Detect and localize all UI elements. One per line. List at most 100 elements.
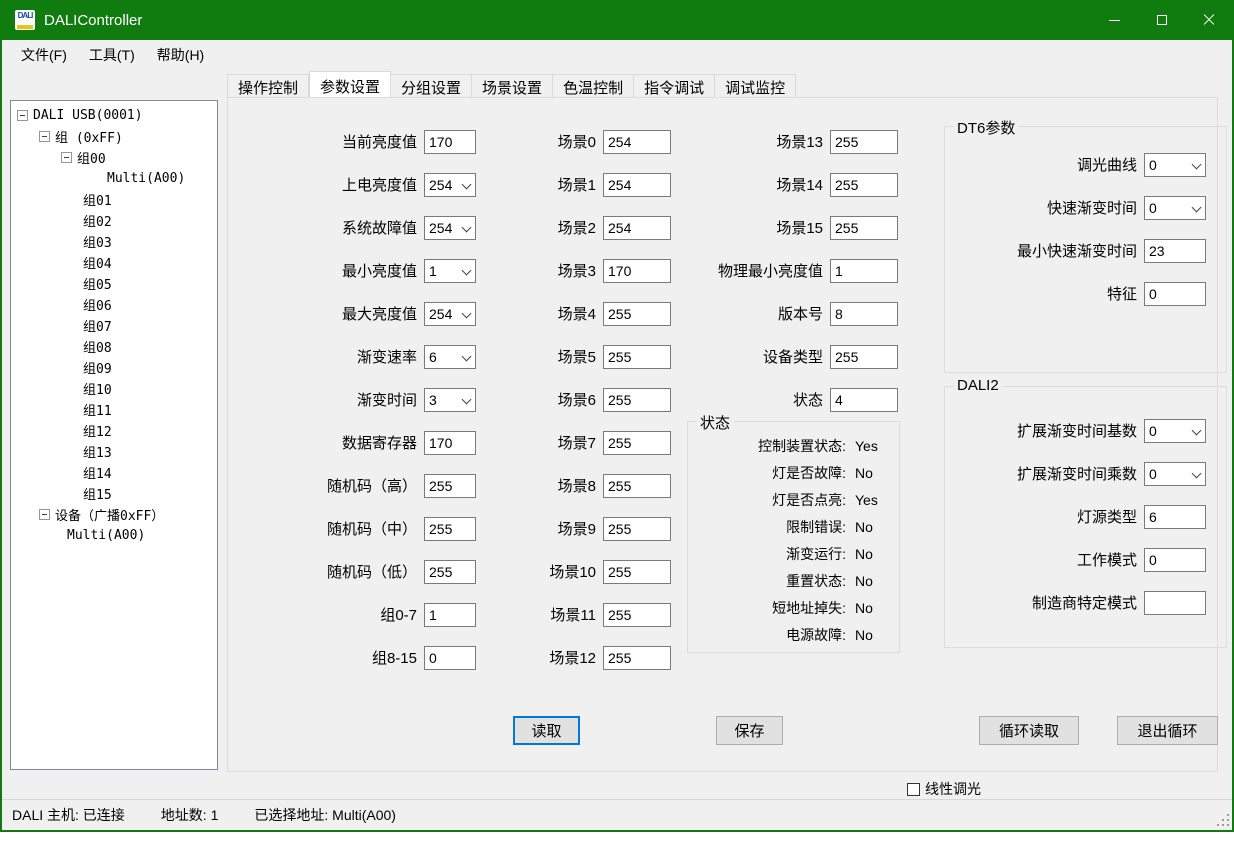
- fast-fade-time-select[interactable]: 0: [1144, 196, 1206, 220]
- scene-8-input[interactable]: [603, 474, 671, 498]
- tree-item-group13[interactable]: 组13: [11, 441, 217, 462]
- random-code-low-input[interactable]: [424, 560, 476, 584]
- exit-loop-button[interactable]: 退出循环: [1117, 716, 1218, 745]
- group-8-15-input[interactable]: [424, 646, 476, 670]
- tree-item-device-broadcast[interactable]: 设备（广播0xFF）: [11, 504, 217, 525]
- fade-time-select[interactable]: 3: [424, 388, 476, 412]
- tree-item-label: 组04: [83, 253, 112, 272]
- tree-item-group11[interactable]: 组11: [11, 399, 217, 420]
- version-number-input[interactable]: [830, 302, 898, 326]
- tree-item-group07[interactable]: 组07: [11, 315, 217, 336]
- read-button[interactable]: 读取: [513, 716, 580, 745]
- checkbox-icon[interactable]: [907, 783, 920, 796]
- tree-item-group09[interactable]: 组09: [11, 357, 217, 378]
- scene-11-input[interactable]: [603, 603, 671, 627]
- tab-color-temp-control[interactable]: 色温控制: [553, 74, 634, 98]
- scene-15-input[interactable]: [830, 216, 898, 240]
- status-input[interactable]: [830, 388, 898, 412]
- status-label: 渐变运行:: [688, 544, 846, 564]
- collapse-icon[interactable]: [39, 509, 50, 520]
- field-label: 场景13: [693, 131, 823, 152]
- loop-read-button[interactable]: 循环读取: [979, 716, 1079, 745]
- tree-item-group06[interactable]: 组06: [11, 294, 217, 315]
- dali2-group-title: DALI2: [953, 377, 1003, 394]
- tab-grouping-settings[interactable]: 分组设置: [391, 74, 472, 98]
- scene-0-input[interactable]: [603, 130, 671, 154]
- tab-debug-monitor[interactable]: 调试监控: [715, 74, 796, 98]
- group-0-7-input[interactable]: [424, 603, 476, 627]
- scene-14-input[interactable]: [830, 173, 898, 197]
- tree-item-label: 组07: [83, 316, 112, 335]
- tree-item-group15[interactable]: 组15: [11, 483, 217, 504]
- features-input[interactable]: [1144, 282, 1206, 306]
- scene-1-input[interactable]: [603, 173, 671, 197]
- tree-item-dali-usb[interactable]: DALI USB(0001): [11, 105, 217, 126]
- menu-tools[interactable]: 工具(T): [78, 41, 146, 69]
- tree-item-group00[interactable]: 组00: [11, 147, 217, 168]
- scene-5-input[interactable]: [603, 345, 671, 369]
- scene-9-input[interactable]: [603, 517, 671, 541]
- tree-item-group14[interactable]: 组14: [11, 462, 217, 483]
- tree-item-multi-a00[interactable]: Multi(A00): [11, 168, 217, 189]
- resize-grip-icon[interactable]: [1215, 812, 1229, 826]
- light-source-type-input[interactable]: [1144, 505, 1206, 529]
- tree-item-group08[interactable]: 组08: [11, 336, 217, 357]
- dimming-curve-select[interactable]: 0: [1144, 153, 1206, 177]
- random-code-mid-input[interactable]: [424, 517, 476, 541]
- power-on-level-select[interactable]: 254: [424, 173, 476, 197]
- scene-10-input[interactable]: [603, 560, 671, 584]
- maximize-button[interactable]: [1138, 0, 1185, 40]
- tree-item-group10[interactable]: 组10: [11, 378, 217, 399]
- max-level-select[interactable]: 254: [424, 302, 476, 326]
- minimize-button[interactable]: [1091, 0, 1138, 40]
- tab-operation-control[interactable]: 操作控制: [227, 74, 309, 98]
- scene-13-input[interactable]: [830, 130, 898, 154]
- system-failure-level-select[interactable]: 254: [424, 216, 476, 240]
- tree-item-device-multi-a00[interactable]: Multi(A00): [11, 525, 217, 546]
- status-group: 状态 控制装置状态:Yes 灯是否故障:No 灯是否点亮:Yes 限制错误:No…: [687, 421, 900, 653]
- collapse-icon[interactable]: [39, 131, 50, 142]
- tree-item-group02[interactable]: 组02: [11, 210, 217, 231]
- field-label: 场景4: [503, 303, 596, 324]
- tab-scene-settings[interactable]: 场景设置: [472, 74, 553, 98]
- collapse-icon[interactable]: [17, 110, 28, 121]
- min-fast-fade-time-input[interactable]: [1144, 239, 1206, 263]
- tree-item-group01[interactable]: 组01: [11, 189, 217, 210]
- menu-file[interactable]: 文件(F): [10, 41, 78, 69]
- tree-item-label: 组00: [77, 148, 106, 167]
- scene-2-input[interactable]: [603, 216, 671, 240]
- fade-rate-select[interactable]: 6: [424, 345, 476, 369]
- tab-command-debug[interactable]: 指令调试: [634, 74, 715, 98]
- tree-item-group04[interactable]: 组04: [11, 252, 217, 273]
- current-brightness-input[interactable]: [424, 130, 476, 154]
- scene-3-input[interactable]: [603, 259, 671, 283]
- manufacturer-mode-input[interactable]: [1144, 591, 1206, 615]
- chevron-down-icon: [462, 222, 472, 232]
- scene-12-input[interactable]: [603, 646, 671, 670]
- scene-6-input[interactable]: [603, 388, 671, 412]
- tab-parameter-settings[interactable]: 参数设置: [309, 71, 391, 98]
- scene-7-input[interactable]: [603, 431, 671, 455]
- scene-4-input[interactable]: [603, 302, 671, 326]
- status-label: 重置状态:: [688, 571, 846, 591]
- operating-mode-input[interactable]: [1144, 548, 1206, 572]
- tree-item-group03[interactable]: 组03: [11, 231, 217, 252]
- min-level-select[interactable]: 1: [424, 259, 476, 283]
- data-register-input[interactable]: [424, 431, 476, 455]
- collapse-icon[interactable]: [61, 152, 72, 163]
- physical-min-level-input[interactable]: [830, 259, 898, 283]
- ext-fade-time-mult-select[interactable]: 0: [1144, 462, 1206, 486]
- linear-dimming-checkbox-row[interactable]: 线性调光: [907, 779, 981, 799]
- menu-help[interactable]: 帮助(H): [146, 41, 215, 69]
- tree-item-group-root[interactable]: 组 (0xFF): [11, 126, 217, 147]
- device-type-input[interactable]: [830, 345, 898, 369]
- tree-item-group05[interactable]: 组05: [11, 273, 217, 294]
- random-code-high-input[interactable]: [424, 474, 476, 498]
- field-label: 最大亮度值: [283, 303, 417, 324]
- close-button[interactable]: [1185, 0, 1232, 40]
- combo-value: 254: [429, 306, 452, 322]
- ext-fade-time-base-select[interactable]: 0: [1144, 419, 1206, 443]
- menu-bar: 文件(F) 工具(T) 帮助(H): [2, 40, 1232, 70]
- tree-item-group12[interactable]: 组12: [11, 420, 217, 441]
- save-button[interactable]: 保存: [716, 716, 783, 745]
